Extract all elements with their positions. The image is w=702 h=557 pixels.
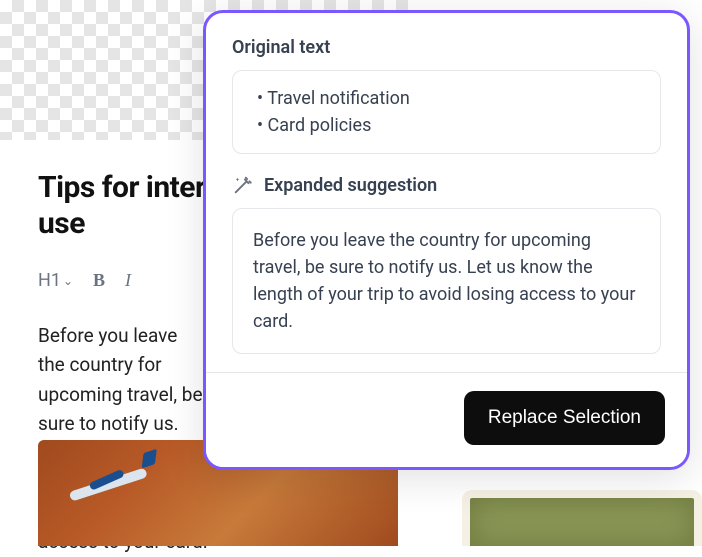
heading-selector[interactable]: H1 ⌄: [38, 270, 73, 291]
original-text-label: Original text: [232, 37, 661, 58]
popover-footer: Replace Selection: [206, 372, 687, 467]
ai-suggestion-popover: Original text Travel notification Card p…: [203, 10, 690, 470]
chevron-down-icon: ⌄: [63, 274, 73, 288]
original-text-list: Travel notification Card policies: [251, 85, 642, 139]
suggestion-card: Before you leave the country for upcomin…: [232, 208, 661, 354]
italic-button[interactable]: I: [125, 270, 131, 291]
list-item: Card policies: [257, 112, 642, 139]
original-text-card: Travel notification Card policies: [232, 70, 661, 154]
bold-button[interactable]: B: [93, 270, 105, 291]
replace-selection-button[interactable]: Replace Selection: [464, 391, 665, 445]
expanded-suggestion-label: Expanded suggestion: [264, 175, 437, 196]
heading-label: H1: [38, 270, 61, 291]
list-item: Travel notification: [257, 85, 642, 112]
magic-wand-icon: [232, 174, 254, 196]
article-image-texture: [462, 490, 702, 546]
